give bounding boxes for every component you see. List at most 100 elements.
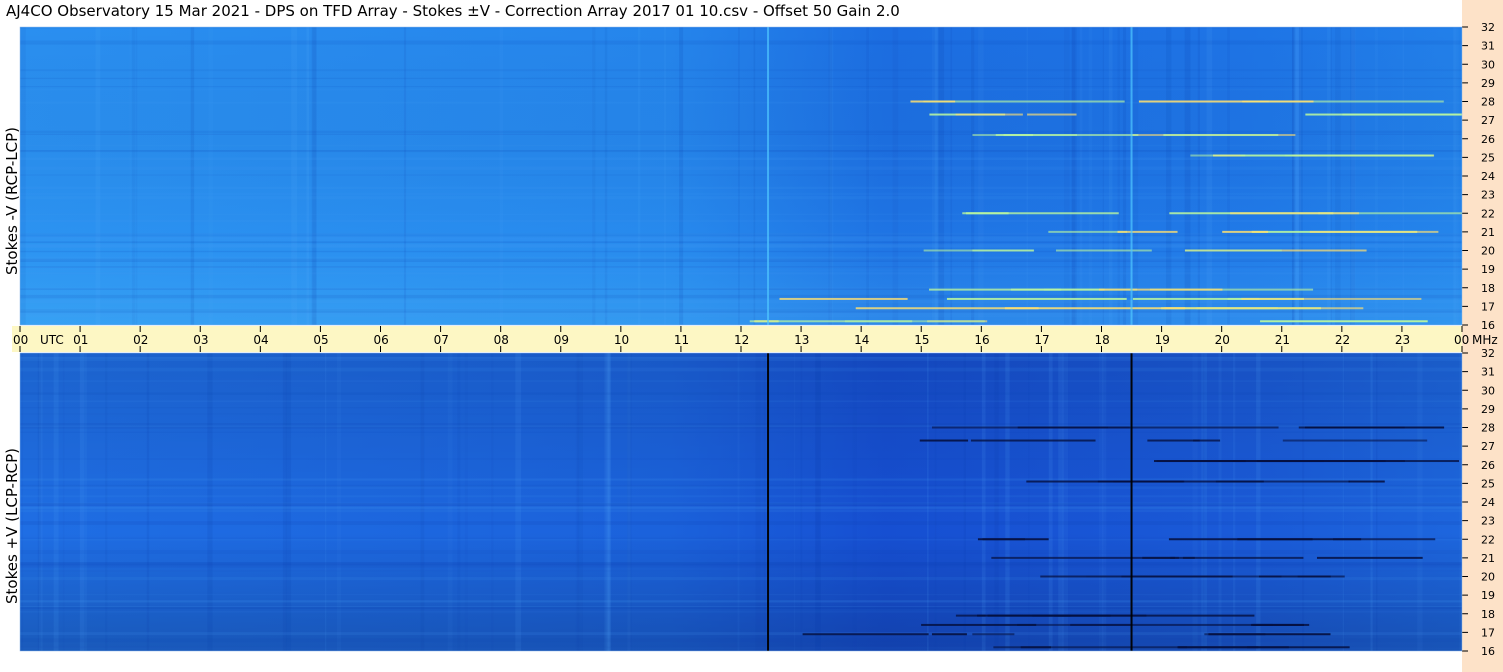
time-tick-label: 11 — [674, 333, 689, 347]
time-tick-label: 09 — [554, 333, 569, 347]
texture-band — [20, 157, 1462, 161]
freq-tick-label: 16 — [1481, 319, 1495, 332]
texture-stripe — [938, 27, 945, 325]
texture-stripe — [950, 27, 953, 325]
interference-streak — [1138, 100, 1314, 103]
interference-streak — [919, 439, 969, 442]
time-tick-label: 12 — [734, 333, 749, 347]
texture-band — [20, 495, 1462, 498]
interference-streak — [1252, 623, 1304, 626]
texture-stripe — [1102, 27, 1104, 325]
texture-band — [20, 144, 1462, 147]
interference-streak — [1048, 230, 1128, 233]
texture-stripe — [1165, 27, 1172, 325]
freq-unit-label: MHz — [1472, 333, 1498, 347]
interference-streak — [1215, 480, 1350, 483]
freq-tick-label: 29 — [1481, 403, 1495, 416]
texture-band — [20, 256, 1462, 261]
interference-streak — [946, 297, 1127, 300]
freq-tick-label: 25 — [1481, 477, 1495, 490]
interference-streak — [1164, 307, 1364, 310]
time-unit-label: UTC — [40, 333, 64, 347]
texture-stripe — [1071, 27, 1077, 325]
time-tick-label: 05 — [313, 333, 328, 347]
freq-tick-label: 25 — [1481, 151, 1495, 164]
interference-streak — [1107, 426, 1279, 429]
time-tick-label: 02 — [133, 333, 148, 347]
texture-stripe — [403, 27, 407, 325]
time-tick-label: 17 — [1034, 333, 1049, 347]
freq-tick-label: 20 — [1481, 245, 1495, 258]
texture-stripe — [1122, 27, 1127, 325]
time-tick-label: 03 — [193, 333, 208, 347]
interference-streak — [1241, 297, 1422, 300]
texture-stripe — [1132, 27, 1139, 325]
texture-band — [20, 235, 1462, 238]
event-line — [1130, 27, 1133, 325]
texture-stripe — [291, 27, 298, 325]
texture-stripe — [1330, 27, 1333, 325]
texture-stripe — [1351, 27, 1356, 325]
time-tick-label: 19 — [1155, 333, 1170, 347]
texture-stripe — [1299, 27, 1303, 325]
freq-tick-label: 28 — [1481, 96, 1495, 109]
texture-band — [20, 502, 1462, 505]
texture-stripe — [1064, 27, 1070, 325]
texture-band — [20, 88, 1462, 91]
texture-stripe — [1335, 27, 1341, 325]
freq-tick-label: 28 — [1481, 422, 1495, 435]
texture-band — [20, 458, 1462, 460]
interference-streak — [1168, 538, 1362, 541]
texture-band — [20, 392, 1462, 395]
texture-band — [20, 186, 1462, 190]
time-tick-label: 00 — [13, 333, 28, 347]
texture-band — [20, 243, 1462, 248]
freq-tick-label: 23 — [1481, 189, 1495, 202]
texture-band — [20, 380, 1462, 383]
interference-streak — [1117, 230, 1178, 233]
interference-streak — [1232, 460, 1405, 463]
texture-stripe — [1374, 27, 1378, 325]
texture-band — [20, 299, 1462, 304]
time-tick-label: 13 — [794, 333, 809, 347]
freq-tick-label: 18 — [1481, 282, 1495, 295]
texture-band — [20, 570, 1462, 572]
texture-stripe — [931, 27, 938, 325]
texture-band — [20, 313, 1462, 318]
interference-streak — [923, 249, 1034, 252]
texture-band — [20, 219, 1462, 223]
texture-stripe — [978, 27, 984, 325]
freq-tick-label: 31 — [1481, 366, 1495, 379]
freq-tick-label: 22 — [1481, 207, 1495, 220]
interference-streak — [1121, 575, 1282, 578]
interference-streak — [1177, 646, 1259, 649]
texture-stripe — [1088, 27, 1093, 325]
texture-band — [20, 241, 1462, 243]
interference-streak — [931, 633, 967, 636]
time-tick-label: 18 — [1095, 333, 1110, 347]
freq-tick-label: 24 — [1481, 496, 1495, 509]
freq-tick-label: 21 — [1481, 552, 1495, 565]
interference-streak — [955, 113, 1023, 116]
texture-stripe — [1197, 27, 1200, 325]
interference-streak — [995, 134, 1033, 137]
texture-stripe — [866, 27, 870, 325]
texture-stripe — [738, 27, 740, 325]
texture-stripe — [1206, 27, 1213, 325]
freq-tick-label: 19 — [1481, 263, 1495, 276]
interference-streak — [1040, 575, 1087, 578]
interference-streak — [931, 426, 1130, 429]
texture-band — [20, 192, 1462, 196]
time-tick-label: 10 — [614, 333, 629, 347]
time-tick-label: 06 — [374, 333, 389, 347]
texture-band — [20, 86, 1462, 88]
freq-tick-label: 27 — [1481, 440, 1495, 453]
interference-streak — [929, 288, 1062, 291]
freq-tick-label: 30 — [1481, 58, 1495, 71]
texture-band — [20, 550, 1462, 554]
texture-stripe — [1108, 27, 1113, 325]
texture-stripe — [1026, 27, 1028, 325]
interference-streak — [1193, 439, 1221, 442]
texture-band — [20, 130, 1462, 133]
texture-band — [20, 311, 1462, 313]
